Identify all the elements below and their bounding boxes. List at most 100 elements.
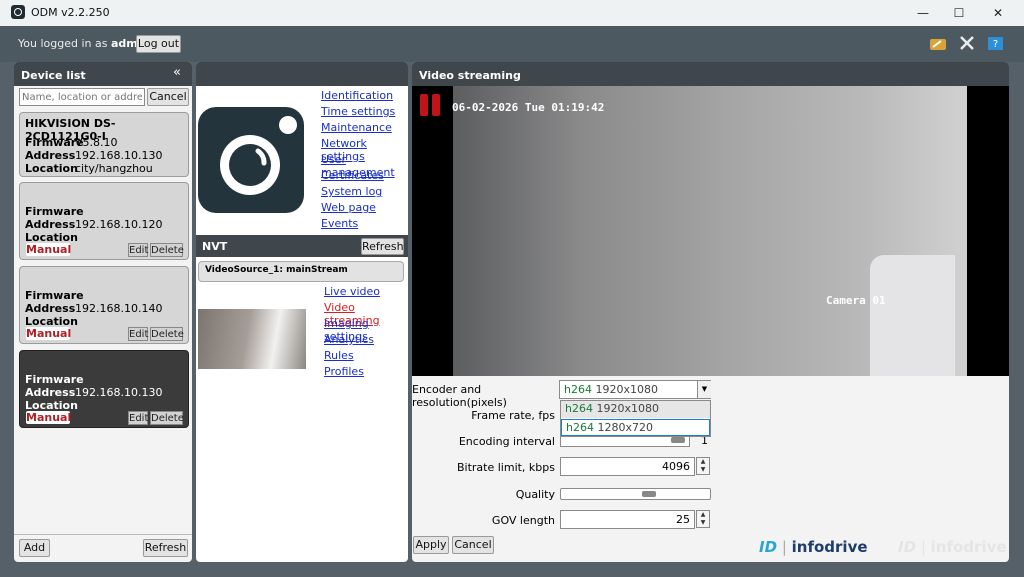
help-book-icon[interactable]: ? [987, 35, 1004, 52]
address-label: Address [25, 218, 76, 231]
encoder-option[interactable]: h264 1920x1080 [561, 401, 710, 418]
cancel-button[interactable]: Cancel [452, 536, 494, 554]
nvt-rules[interactable]: Rules [324, 349, 406, 365]
manual-badge: Manual [26, 327, 72, 340]
nvt-live-video[interactable]: Live video [324, 285, 406, 301]
address-value: 192.168.10.130 [75, 386, 163, 399]
device-card[interactable]: Firmware Address 192.168.10.140 Location… [19, 266, 189, 344]
minimize-button[interactable]: — [905, 2, 941, 24]
video-thumbnail[interactable] [198, 309, 306, 369]
option-resolution: 1280x720 [597, 421, 653, 434]
menu-network-settings[interactable]: Network settings [321, 137, 407, 163]
encoder-label: Encoder and resolution(pixels) [412, 383, 507, 409]
bitrate-label: Bitrate limit, kbps [456, 461, 555, 474]
firmware-value: V5.8.10 [75, 136, 118, 149]
nvt-profiles[interactable]: Profiles [324, 365, 406, 381]
menu-time-settings[interactable]: Time settings [321, 105, 407, 121]
pause-icon-bar [432, 94, 440, 116]
device-camera-icon [198, 107, 304, 213]
encoder-select[interactable]: h264 1920x1080 [559, 380, 711, 399]
bitrate-stepper[interactable]: ▲ ▼ [696, 457, 710, 475]
delete-device-button[interactable]: Delete [150, 327, 184, 341]
quality-slider[interactable] [560, 488, 711, 500]
menu-events[interactable]: Events [321, 217, 407, 233]
brand-name: infodrive [791, 538, 868, 556]
encoder-dropdown: h264 1920x1080 h264 1280x720 [560, 400, 711, 437]
brand-mark: ID [898, 538, 917, 556]
settings-wrench-icon[interactable] [929, 36, 947, 52]
device-list-header: Device list [14, 62, 192, 86]
login-prefix: You logged in as [18, 37, 108, 50]
interval-label: Encoding interval [458, 435, 555, 448]
device-card-selected[interactable]: Firmware Address 192.168.10.130 Location… [19, 350, 189, 428]
gov-input[interactable]: 25 [560, 510, 695, 529]
search-cancel-button[interactable]: Cancel [147, 88, 189, 106]
nvt-refresh-button[interactable]: Refresh [361, 238, 404, 255]
refresh-devices-button[interactable]: Refresh [143, 539, 188, 557]
menu-system-log[interactable]: System log [321, 185, 407, 201]
divider [14, 534, 192, 535]
collapse-panel-button[interactable]: « [173, 65, 181, 80]
apply-button[interactable]: Apply [413, 536, 449, 554]
brand-logo-watermark: ID | infodrive [898, 538, 1007, 556]
window-titlebar [0, 0, 1024, 26]
video-streaming-header: Video streaming [412, 62, 1009, 86]
osd-camera-name: Camera 01 [826, 294, 886, 307]
menu-maintenance[interactable]: Maintenance [321, 121, 407, 137]
address-value: 192.168.10.120 [75, 218, 163, 231]
nvt-menu: Live video Video streaming Imaging setti… [324, 285, 406, 381]
brand-name: infodrive [930, 538, 1007, 556]
app-camera-icon [11, 5, 25, 19]
device-card[interactable]: HIKVISION DS-2CD1121G0-I Firmware V5.8.1… [19, 112, 189, 177]
firmware-label: Firmware [25, 373, 84, 386]
quality-slider-thumb[interactable] [642, 491, 656, 497]
nvt-analytics[interactable]: Analytics [324, 333, 406, 349]
video-source-row[interactable]: VideoSource_1: mainStream [198, 261, 404, 282]
manual-badge: Manual [26, 243, 72, 256]
device-list-title: Device list [21, 69, 86, 82]
brand-logo: ID | infodrive [759, 538, 868, 556]
firmware-label: Firmware [25, 289, 84, 302]
chevron-down-icon[interactable]: ▼ [697, 381, 711, 398]
encoder-option[interactable]: h264 1280x720 [561, 419, 710, 436]
gov-stepper[interactable]: ▲ ▼ [696, 510, 710, 528]
add-device-button[interactable]: Add [19, 539, 50, 557]
device-panel-header [196, 62, 408, 86]
delete-device-button[interactable]: Delete [150, 411, 184, 425]
device-search-input[interactable] [19, 88, 145, 106]
delete-device-button[interactable]: Delete [150, 243, 184, 257]
manual-badge: Manual [26, 411, 72, 424]
logout-button[interactable]: Log out [136, 35, 181, 53]
edit-device-button[interactable]: Edit [128, 327, 148, 341]
tools-icon[interactable] [958, 34, 976, 52]
location-value: city/hangzhou [75, 162, 153, 175]
framerate-label: Frame rate, fps [471, 409, 555, 422]
brand-mark: ID [759, 538, 778, 556]
nvt-title: NVT [202, 240, 228, 253]
menu-web-page[interactable]: Web page [321, 201, 407, 217]
encoder-codec: h264 [564, 383, 592, 396]
close-button[interactable]: ✕ [980, 2, 1016, 24]
option-codec: h264 [565, 402, 593, 415]
address-value: 192.168.10.130 [75, 149, 163, 162]
address-label: Address [25, 302, 76, 315]
nvt-imaging-settings[interactable]: Imaging settings [324, 317, 406, 343]
address-label: Address [25, 149, 76, 162]
nvt-video-streaming[interactable]: Video streaming [324, 301, 406, 327]
interval-slider-thumb[interactable] [671, 437, 685, 443]
pause-icon[interactable] [420, 94, 428, 116]
option-resolution: 1920x1080 [596, 402, 659, 415]
location-label: Location [25, 162, 78, 175]
maximize-button[interactable]: ☐ [941, 2, 977, 24]
menu-identification[interactable]: Identification [321, 89, 407, 105]
video-streaming-title: Video streaming [419, 69, 521, 82]
address-value: 192.168.10.140 [75, 302, 163, 315]
device-menu: Identification Time settings Maintenance… [321, 89, 407, 233]
option-codec: h264 [566, 421, 594, 434]
edit-device-button[interactable]: Edit [128, 411, 148, 425]
firmware-label: Firmware [25, 205, 84, 218]
device-card[interactable]: Firmware Address 192.168.10.120 Location… [19, 182, 189, 260]
edit-device-button[interactable]: Edit [128, 243, 148, 257]
video-object [870, 255, 955, 376]
bitrate-input[interactable]: 4096 [560, 457, 695, 476]
